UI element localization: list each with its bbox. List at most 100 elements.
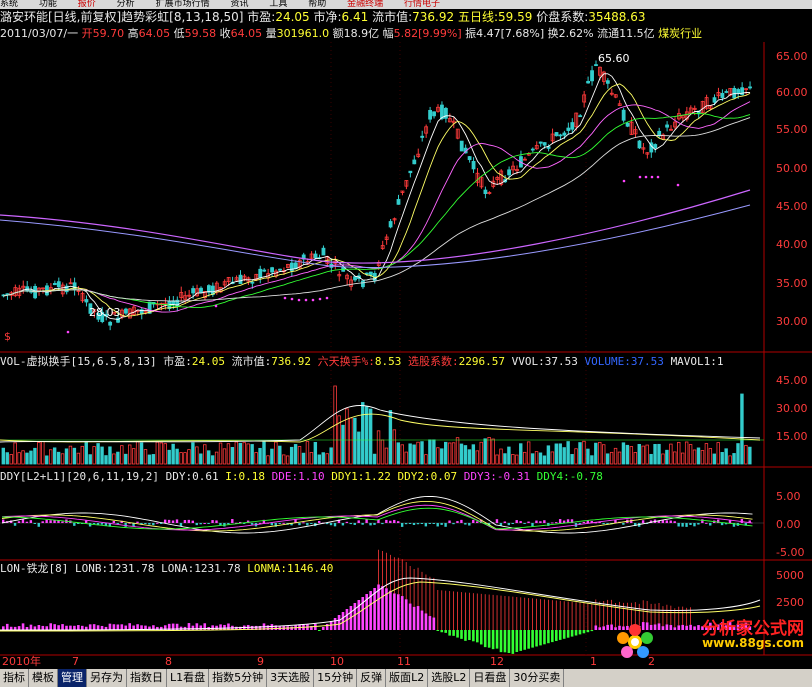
volume-bar (629, 446, 634, 465)
volume-bar (613, 447, 618, 465)
lon-bar (527, 630, 530, 649)
volume-bar (609, 451, 614, 465)
ddy-axis-label: -5.00 (776, 546, 805, 559)
lon-bar (223, 624, 226, 630)
volume-bar (13, 442, 17, 465)
volume-bar (384, 447, 389, 465)
candle-body (578, 115, 583, 118)
volume-bar (673, 451, 677, 465)
lon-bar (321, 627, 325, 630)
vol-pe: 24.05 (191, 355, 225, 368)
ddy-bar (45, 519, 48, 523)
lon-title[interactable]: LON-铁龙[8] (0, 562, 68, 575)
volume-bar (274, 441, 278, 465)
lon-bar (318, 630, 321, 631)
ddy-bar (452, 523, 455, 525)
lon-bar (586, 630, 590, 633)
volume-bar (183, 452, 187, 465)
signal-dot (318, 297, 322, 301)
candle-body (590, 70, 594, 82)
tab-template[interactable]: 模板 (29, 669, 58, 687)
ddy-bar (144, 523, 147, 524)
ddy-bar (503, 521, 507, 523)
volume-bar (605, 453, 610, 465)
date-label: 10 (330, 655, 344, 668)
volume-bar (495, 454, 499, 465)
candle-body (321, 247, 326, 256)
volume-bar (681, 452, 685, 465)
volume-bar (436, 447, 440, 465)
volume-bar (262, 440, 266, 465)
volume-bar (214, 451, 219, 465)
volume-bar (222, 448, 227, 465)
lon-bar (460, 630, 463, 639)
lon-bar (685, 625, 688, 630)
tab-layout-l2[interactable]: 版面L2 (386, 669, 429, 687)
volume-bar (364, 406, 369, 465)
tab-15min[interactable]: 15分钟 (314, 669, 358, 687)
lon-bar (697, 625, 700, 630)
volume-bar (45, 455, 49, 465)
tab-index-5min[interactable]: 指数5分钟 (209, 669, 268, 687)
volume-bar (317, 454, 321, 465)
lon-bar (515, 630, 519, 652)
volume-bar (467, 449, 472, 465)
candle-body (72, 282, 77, 291)
ddy-bar (25, 521, 29, 523)
candle-body (84, 299, 89, 303)
ddy-bar (349, 523, 352, 525)
lon-bar (456, 630, 459, 638)
lon-bar (673, 627, 677, 630)
lon-bar (65, 625, 68, 630)
volume-bar (206, 450, 211, 465)
ddy-bar (697, 523, 700, 525)
volume-bar (688, 444, 693, 465)
ddy-bar (341, 523, 345, 526)
candle-body (605, 80, 610, 84)
ddy-bar (318, 520, 321, 523)
tab-3day-pick[interactable]: 3天选股 (267, 669, 315, 687)
tab-l1-watch[interactable]: L1看盘 (167, 669, 210, 687)
lon-bar (428, 616, 432, 630)
volume-bar (412, 444, 416, 465)
tab-rebound[interactable]: 反弹 (357, 669, 387, 687)
volume-bar (443, 441, 448, 465)
lon-bar (547, 630, 550, 644)
volume-bar (246, 443, 250, 465)
candle-body (748, 86, 752, 89)
ddy-bar (124, 523, 127, 527)
ddy-bar (203, 522, 206, 524)
ddy-bar (460, 519, 463, 523)
ddy-bar (527, 521, 530, 523)
tab-day-watch[interactable]: 日看盘 (470, 669, 511, 687)
volume-bar (120, 445, 124, 465)
ddy-bar (586, 520, 589, 523)
volume-bar (700, 450, 705, 465)
ddy-bar (211, 520, 214, 523)
candle-body (542, 142, 547, 146)
ddy-bar (92, 523, 96, 524)
volume-bar (234, 441, 239, 465)
tab-indicator[interactable]: 指标 (0, 669, 29, 687)
ddy-bar (416, 523, 420, 525)
volume-bar (499, 448, 503, 465)
tab-30min-trade[interactable]: 30分买卖 (510, 669, 565, 687)
lon-bar (420, 610, 424, 630)
ddy-title[interactable]: DDY[L2+L1][20,6,11,19,2] (0, 470, 159, 483)
vol-title[interactable]: VOL-虚拟换手[15,6.5,8,13] (0, 355, 157, 368)
tab-index-day[interactable]: 指数日 (127, 669, 167, 687)
lon-bar (677, 625, 681, 630)
candle-body (724, 91, 729, 93)
lon-bar (88, 624, 92, 630)
ddy-bar (345, 521, 349, 523)
vol-xg: 2296.57 (458, 355, 505, 368)
tab-save-as[interactable]: 另存为 (87, 669, 127, 687)
tab-manage[interactable]: 管理 (58, 669, 87, 687)
lon-bar (479, 630, 483, 645)
chart-canvas[interactable] (0, 0, 812, 687)
volume-bar (570, 454, 574, 465)
volume-bar (740, 393, 744, 465)
tab-pick-l2[interactable]: 选股L2 (428, 669, 471, 687)
candle-body (621, 109, 626, 121)
ddy-label: DDY: (165, 470, 193, 483)
